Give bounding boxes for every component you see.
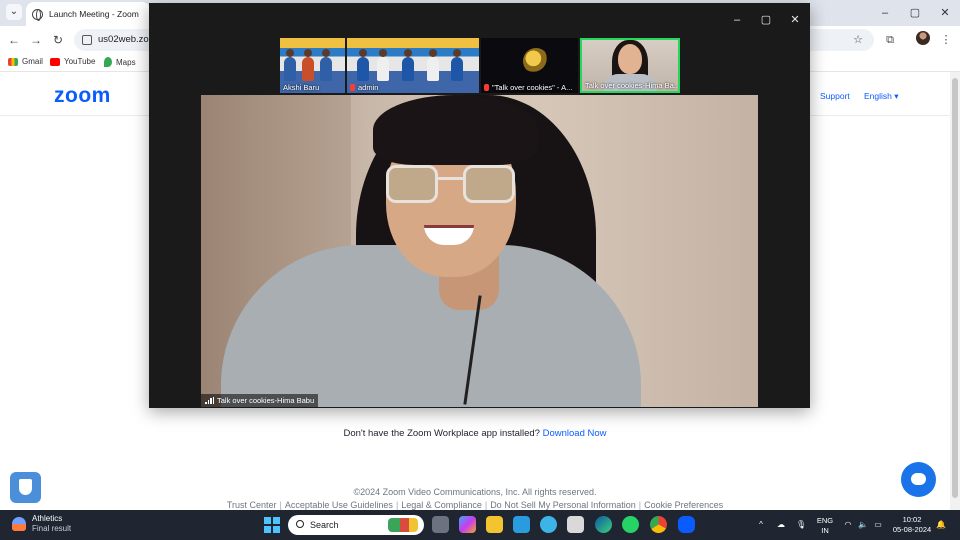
support-link[interactable]: Support: [820, 91, 850, 101]
widgets-button[interactable]: Athletics Final result: [12, 514, 71, 534]
whatsapp-icon[interactable]: [622, 516, 639, 533]
scrollbar-thumb[interactable]: [952, 78, 958, 498]
clock[interactable]: 10:02 05-08-2024: [890, 515, 934, 535]
meeting-minimize-icon[interactable]: –: [727, 11, 747, 29]
connection-signal-icon: [205, 397, 214, 404]
copilot-icon[interactable]: [459, 516, 476, 533]
speaker-name-label: Talk over cookies-Hima Babu: [201, 394, 319, 407]
file-explorer-icon[interactable]: [486, 516, 503, 533]
microphone-icon[interactable]: 🎙: [796, 520, 806, 529]
maps-icon: [104, 57, 112, 67]
meeting-close-icon[interactable]: ✕: [785, 11, 805, 29]
forward-button[interactable]: →: [28, 32, 44, 48]
bookmark-label: Gmail: [22, 57, 43, 66]
language-selector[interactable]: English ▾: [864, 91, 899, 102]
tray-overflow-icon[interactable]: ^: [756, 520, 766, 529]
widget-title: Athletics: [32, 514, 63, 523]
chrome-icon[interactable]: [650, 516, 667, 533]
copyright-text: ©2024 Zoom Video Communications, Inc. Al…: [353, 487, 597, 497]
meeting-maximize-icon[interactable]: ▢: [756, 11, 776, 29]
participant-name: "Talk over cookies" - A...: [492, 83, 573, 92]
minimize-icon[interactable]: –: [870, 0, 900, 26]
widget-subtitle: Final result: [32, 524, 72, 533]
search-icon: [296, 520, 304, 528]
zoom-app-icon[interactable]: [678, 516, 695, 533]
footer-links: Trust Center | Acceptable Use Guidelines | L…: [226, 500, 724, 510]
speaker-name: Talk over cookies-Hima Babu: [217, 396, 315, 405]
muted-mic-icon: [350, 84, 355, 91]
participant-tile[interactable]: Akshi Baru: [280, 38, 345, 93]
taskbar-search[interactable]: Search: [288, 515, 424, 535]
site-info-icon[interactable]: [82, 35, 92, 45]
bookmark-label: YouTube: [64, 57, 96, 66]
zoom-logo[interactable]: zoom: [54, 84, 111, 108]
footer-link-legal[interactable]: Legal & Compliance: [401, 500, 482, 510]
language-label: English: [864, 91, 892, 101]
edge-icon[interactable]: [595, 516, 612, 533]
participant-name: Talk over cookies-Hima Ba...: [585, 81, 680, 90]
search-highlight-icon: [388, 518, 418, 532]
wifi-icon[interactable]: ◠: [843, 520, 853, 529]
start-button[interactable]: [264, 517, 280, 533]
close-icon[interactable]: ✕: [930, 0, 960, 26]
task-view-icon[interactable]: [432, 516, 449, 533]
cookie-logo-icon: [523, 48, 549, 74]
participant-tile-label: admin: [350, 83, 378, 92]
participant-tile[interactable]: "Talk over cookies" - A...: [481, 38, 578, 93]
battery-icon[interactable]: ▭: [873, 520, 883, 529]
browser-tab[interactable]: Launch Meeting - Zoom: [26, 2, 150, 26]
download-prompt-row: Don't have the Zoom Workplace app instal…: [0, 428, 950, 439]
language-code: ENG: [816, 516, 834, 525]
footer-link-do-not-sell[interactable]: Do Not Sell My Personal Information: [490, 500, 636, 510]
globe-icon: [32, 8, 43, 21]
extensions-icon[interactable]: ⧉: [882, 32, 898, 48]
muted-mic-icon: [484, 84, 489, 91]
region-code: IN: [821, 526, 829, 535]
taskbar: Athletics Final result Search ^ ☁ 🎙 ENG …: [0, 510, 960, 540]
notepad-icon[interactable]: [567, 516, 584, 533]
chevron-down-icon: ▾: [894, 91, 899, 101]
tab-title: Launch Meeting - Zoom: [49, 9, 139, 19]
search-placeholder: Search: [310, 520, 339, 530]
bookmark-youtube[interactable]: YouTube: [50, 57, 95, 66]
bookmark-maps[interactable]: Maps: [104, 57, 136, 67]
profile-avatar[interactable]: [916, 31, 930, 45]
url-text: us02web.zoo: [98, 34, 154, 45]
download-now-link[interactable]: Download Now: [543, 428, 607, 439]
participant-name: Akshi Baru: [283, 83, 320, 92]
more-menu-icon[interactable]: ⋮: [938, 32, 954, 48]
youtube-icon: [50, 57, 60, 66]
participant-tile[interactable]: admin: [347, 38, 479, 93]
back-button[interactable]: ←: [6, 32, 22, 48]
tab-search-button[interactable]: ⌄: [6, 4, 22, 20]
app-icon[interactable]: [540, 516, 557, 533]
olympics-flame-icon: [12, 517, 26, 531]
bookmark-label: Maps: [116, 57, 136, 67]
clock-date: 05-08-2024: [892, 525, 932, 534]
notification-bell-icon[interactable]: 🔔: [936, 520, 946, 529]
footer-link-cookie-preferences[interactable]: Cookie Preferences: [644, 500, 723, 510]
reload-button[interactable]: ↻: [50, 32, 66, 48]
download-prompt-text: Don't have the Zoom Workplace app instal…: [343, 428, 540, 439]
active-speaker-video[interactable]: Talk over cookies-Hima Babu: [201, 95, 758, 407]
zoom-meeting-window: – ▢ ✕ Akshi Baru admin "Talk over cookie…: [149, 3, 810, 408]
security-shield-icon[interactable]: [10, 472, 41, 503]
chat-support-icon[interactable]: [901, 462, 936, 497]
onedrive-icon[interactable]: ☁: [776, 520, 786, 529]
bookmark-gmail[interactable]: Gmail: [8, 57, 43, 66]
gmail-icon: [8, 57, 18, 66]
participant-tile-active[interactable]: Talk over cookies-Hima Ba...: [580, 38, 680, 93]
footer-link-trust-center[interactable]: Trust Center: [227, 500, 277, 510]
bookmark-star-icon[interactable]: ☆: [850, 32, 866, 48]
page-scrollbar[interactable]: [950, 72, 960, 510]
footer-link-acceptable-use[interactable]: Acceptable Use Guidelines: [285, 500, 393, 510]
store-icon[interactable]: [513, 516, 530, 533]
input-language[interactable]: ENG IN: [814, 516, 836, 536]
participant-name: admin: [358, 83, 379, 92]
volume-icon[interactable]: 🔈: [858, 520, 868, 529]
maximize-icon[interactable]: ▢: [900, 0, 930, 26]
clock-time: 10:02: [902, 515, 922, 524]
participant-tile-label: "Talk over cookies" - A...: [484, 83, 572, 92]
